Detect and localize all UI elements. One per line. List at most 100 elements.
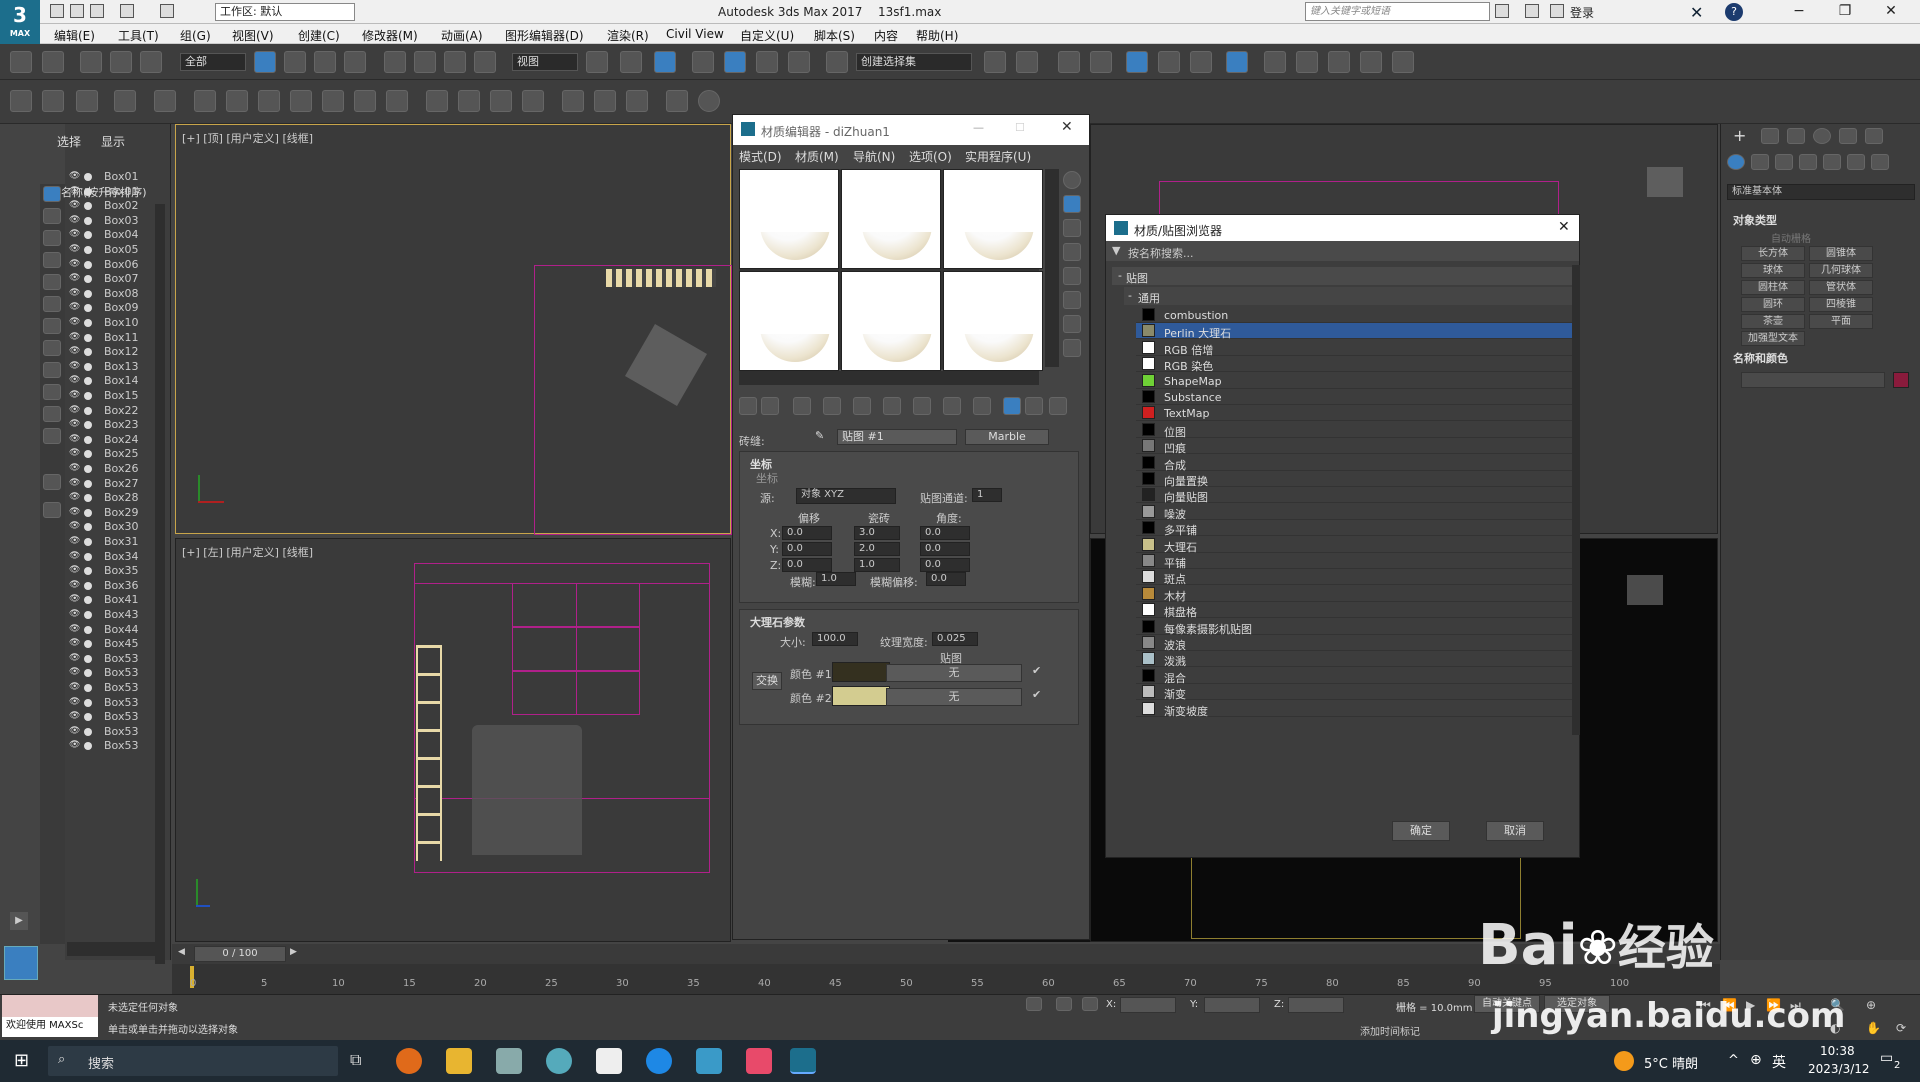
grass-icon[interactable] bbox=[490, 90, 512, 112]
map-list-item[interactable]: 位图 bbox=[1136, 422, 1576, 439]
multi-material-icon[interactable] bbox=[594, 90, 616, 112]
object-color-swatch[interactable] bbox=[1893, 372, 1909, 388]
freeze-dot-icon[interactable] bbox=[84, 611, 92, 619]
menu-mode[interactable]: 模式(D) bbox=[739, 148, 782, 165]
source-dropdown[interactable]: 对象 XYZ bbox=[796, 488, 896, 504]
effects-channel-icon[interactable] bbox=[913, 397, 931, 415]
browser-titlebar[interactable]: 材质/贴图浏览器 ✕ bbox=[1106, 215, 1579, 241]
category-dropdown[interactable]: 标准基本体 bbox=[1727, 184, 1915, 200]
freeze-dot-icon[interactable] bbox=[84, 479, 92, 488]
freeze-dot-icon[interactable] bbox=[84, 216, 92, 225]
map-list-item[interactable]: 泼溅 bbox=[1136, 651, 1576, 668]
offset-spinner[interactable]: 0.0 bbox=[782, 542, 832, 556]
tiling-spinner[interactable]: 1.0 bbox=[854, 558, 900, 572]
map-list-item[interactable]: 波浪 bbox=[1136, 635, 1576, 652]
color2-swatch[interactable] bbox=[832, 686, 890, 706]
map-list-item[interactable]: 合成 bbox=[1136, 455, 1576, 472]
visibility-eye-icon[interactable]: 👁 bbox=[69, 726, 81, 736]
sample-slot[interactable] bbox=[943, 271, 1043, 371]
edit-named-selection-icon[interactable] bbox=[826, 51, 848, 73]
bone-filter-icon[interactable] bbox=[43, 384, 61, 400]
ime-indicator[interactable]: 英 bbox=[1772, 1052, 1786, 1072]
menu-create[interactable]: 创建(C) bbox=[298, 27, 340, 44]
map-list-item[interactable]: 大理石 bbox=[1136, 537, 1576, 554]
viewport-left[interactable]: [+] [左] [用户定义] [线框] bbox=[175, 538, 731, 942]
geometry-filter-icon[interactable] bbox=[43, 208, 61, 224]
freeze-dot-icon[interactable] bbox=[84, 202, 92, 211]
viewport-left-label[interactable]: [+] [左] [用户定义] [线框] bbox=[182, 544, 313, 560]
camera-filter-icon[interactable] bbox=[43, 274, 61, 290]
group-filter-icon[interactable] bbox=[43, 340, 61, 356]
minimize-button[interactable]: − bbox=[1776, 0, 1822, 24]
window-crossing-icon[interactable] bbox=[344, 51, 366, 73]
scatter-icon[interactable] bbox=[426, 90, 448, 112]
freeze-dot-icon[interactable] bbox=[84, 669, 92, 678]
helpers-category-icon[interactable] bbox=[1823, 154, 1841, 170]
pivot-center-icon[interactable] bbox=[586, 51, 608, 73]
freeze-dot-icon[interactable] bbox=[84, 567, 92, 576]
map-list-item[interactable]: 凹痕 bbox=[1136, 438, 1576, 455]
clock-date[interactable]: 2023/3/12 bbox=[1808, 1062, 1870, 1076]
freeze-dot-icon[interactable] bbox=[84, 596, 92, 605]
eyedropper-icon[interactable]: ✎ bbox=[815, 429, 824, 442]
place-icon[interactable] bbox=[474, 51, 496, 73]
dome-light-icon[interactable] bbox=[386, 90, 408, 112]
freeze-dot-icon[interactable] bbox=[84, 742, 92, 751]
material-name-dropdown[interactable]: 贴图 #1 bbox=[837, 429, 957, 445]
tiling-spinner[interactable]: 2.0 bbox=[854, 542, 900, 556]
freeze-dot-icon[interactable] bbox=[84, 465, 92, 473]
clock-time[interactable]: 10:38 bbox=[1820, 1044, 1855, 1058]
search-by-name-input[interactable]: 按名称搜索... bbox=[1128, 245, 1194, 261]
rect-selection-icon[interactable] bbox=[314, 51, 336, 73]
visibility-eye-icon[interactable]: 👁 bbox=[69, 492, 81, 502]
blur-offset-spinner[interactable]: 0.0 bbox=[926, 572, 966, 586]
folder-icon[interactable] bbox=[43, 502, 61, 518]
named-selection-dropdown[interactable]: 创建选择集 bbox=[856, 53, 972, 71]
visibility-eye-icon[interactable]: 👁 bbox=[69, 375, 81, 385]
redo-icon[interactable] bbox=[42, 51, 64, 73]
cloud-outline-icon[interactable] bbox=[42, 90, 64, 112]
ribbon-icon[interactable] bbox=[1126, 51, 1148, 73]
visibility-eye-icon[interactable]: 👁 bbox=[69, 259, 81, 269]
map-list-item[interactable]: ShapeMap bbox=[1136, 373, 1576, 389]
map-list-item[interactable]: Perlin 大理石 bbox=[1136, 323, 1576, 340]
select-object-icon[interactable] bbox=[254, 51, 276, 73]
menu-tools[interactable]: 工具(T) bbox=[118, 27, 159, 44]
tab-display[interactable]: 显示 bbox=[101, 133, 125, 150]
menu-options[interactable]: 选项(O) bbox=[909, 148, 952, 165]
get-material-icon[interactable] bbox=[739, 397, 757, 415]
selection-lock-icon[interactable] bbox=[1056, 997, 1072, 1011]
visibility-eye-icon[interactable]: 👁 bbox=[69, 288, 81, 298]
visibility-eye-icon[interactable]: 👁 bbox=[69, 653, 81, 663]
material-lib-icon[interactable] bbox=[626, 90, 648, 112]
map-list-item[interactable]: TextMap bbox=[1136, 405, 1576, 422]
sample-slot[interactable] bbox=[841, 271, 941, 371]
freeze-dot-icon[interactable] bbox=[84, 508, 92, 517]
vein-width-spinner[interactable]: 0.025 bbox=[932, 632, 978, 646]
object-type-button[interactable]: 管状体 bbox=[1809, 280, 1873, 295]
menu-navigation[interactable]: 导航(N) bbox=[853, 148, 895, 165]
map-list-item[interactable]: 多平铺 bbox=[1136, 520, 1576, 537]
color2-map-checkbox[interactable]: ✔ bbox=[1032, 688, 1041, 701]
hierarchy-tab-icon[interactable] bbox=[1787, 128, 1805, 144]
viewport-layout-icon[interactable] bbox=[4, 946, 38, 980]
map-list-item[interactable]: 渐变坡度 bbox=[1136, 701, 1576, 718]
freeze-dot-icon[interactable] bbox=[84, 173, 92, 181]
keyboard-shortcut-icon[interactable] bbox=[654, 51, 676, 73]
freeze-dot-icon[interactable] bbox=[84, 713, 92, 722]
object-type-button[interactable]: 四棱锥 bbox=[1809, 297, 1873, 312]
freeze-dot-icon[interactable] bbox=[84, 392, 92, 400]
helper-filter-icon[interactable] bbox=[43, 296, 61, 312]
layer-explorer-icon[interactable] bbox=[1090, 51, 1112, 73]
camera-icon[interactable] bbox=[154, 90, 176, 112]
freeze-dot-icon[interactable] bbox=[84, 684, 92, 692]
scrollbar[interactable] bbox=[155, 204, 165, 964]
align-icon[interactable] bbox=[1016, 51, 1038, 73]
scale-icon[interactable] bbox=[444, 51, 466, 73]
render-cloud-icon[interactable] bbox=[1360, 51, 1382, 73]
box-icon[interactable] bbox=[194, 90, 216, 112]
blur-spinner[interactable]: 1.0 bbox=[816, 572, 856, 586]
modify-tab-icon[interactable] bbox=[1761, 128, 1779, 144]
visibility-eye-icon[interactable]: 👁 bbox=[69, 332, 81, 342]
maximize-button[interactable]: ❐ bbox=[1822, 0, 1868, 24]
